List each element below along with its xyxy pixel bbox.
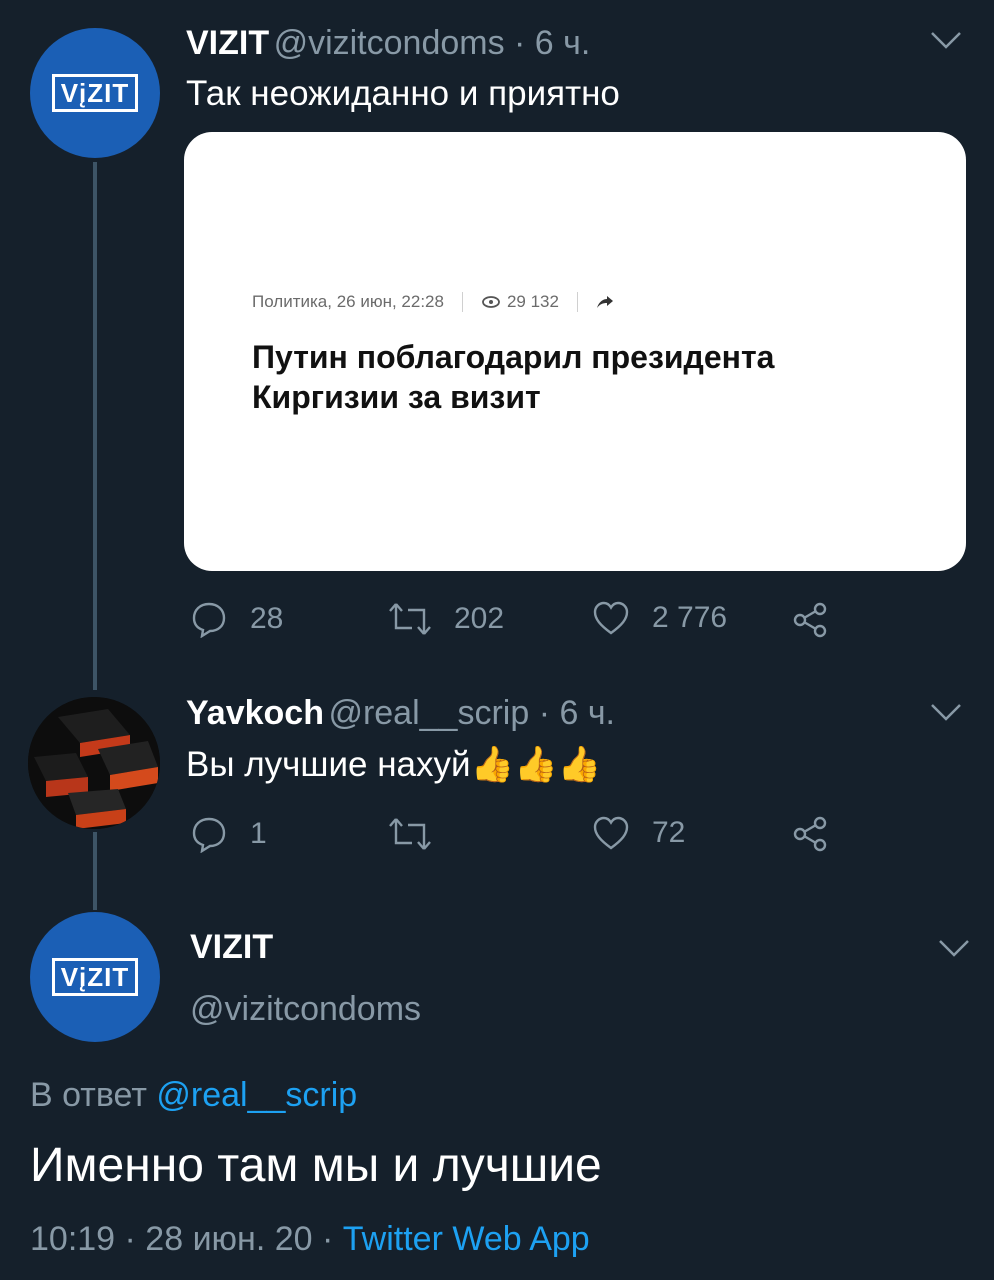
- display-name[interactable]: VIZIT: [190, 928, 273, 967]
- heart-icon: [593, 601, 629, 635]
- tweet-header: Yavkoch @real__scrip · 6 ч.: [186, 694, 615, 733]
- retweet-button[interactable]: [388, 815, 454, 853]
- avatar-image: [28, 697, 160, 829]
- headline-line: Киргизии за визит: [252, 379, 541, 415]
- share-button[interactable]: [792, 816, 852, 852]
- thread-line: [93, 832, 97, 910]
- tweet-text-body: Вы лучшие нахуй: [186, 745, 471, 784]
- vizit-logo: VįZIT: [51, 74, 139, 112]
- article-meta: Политика, 26 июн, 22:28 29 132: [252, 292, 614, 312]
- share-arrow-icon: [596, 295, 614, 309]
- avatar[interactable]: [28, 697, 160, 829]
- avatar[interactable]: VįZIT: [30, 28, 160, 158]
- like-button[interactable]: 2 776: [592, 600, 727, 636]
- headline-line: Путин поблагодарил президента: [252, 339, 775, 375]
- like-button[interactable]: 72: [592, 815, 685, 851]
- retweet-icon: [389, 818, 431, 850]
- tweet-text: Именно там мы и лучшие: [30, 1139, 602, 1192]
- thumbs-up-emoji: 👍👍👍: [470, 745, 602, 784]
- chevron-down-icon[interactable]: [930, 702, 962, 727]
- tweet-text: Вы лучшие нахуй👍👍👍: [186, 744, 601, 785]
- like-count: 72: [652, 816, 686, 849]
- chevron-down-icon[interactable]: [930, 30, 962, 55]
- handle[interactable]: @vizitcondoms: [190, 990, 421, 1029]
- heart-icon: [593, 816, 629, 850]
- tweet-timestamp: 10:19 · 28 июн. 20 · Twitter Web App: [30, 1220, 590, 1259]
- link-card[interactable]: Политика, 26 июн, 22:28 29 132 Путин поб…: [184, 132, 966, 571]
- handle-time[interactable]: @real__scrip · 6 ч.: [328, 694, 615, 732]
- reply-count: 28: [250, 602, 284, 635]
- reply-count: 1: [250, 817, 267, 850]
- retweet-count: 202: [454, 602, 505, 635]
- reply-button[interactable]: 1: [190, 815, 267, 853]
- share-icon: [793, 602, 827, 638]
- article-views: 29 132: [506, 292, 559, 311]
- reply-icon: [192, 602, 226, 638]
- share-icon: [793, 816, 827, 852]
- reply-context: В ответ @real__scrip: [30, 1076, 357, 1115]
- display-name[interactable]: VIZIT: [186, 24, 269, 62]
- article-headline: Путин поблагодарил президента Киргизии з…: [252, 337, 774, 417]
- display-name[interactable]: Yavkoch: [186, 694, 324, 732]
- reply-button[interactable]: 28: [190, 600, 283, 638]
- reply-icon: [192, 817, 226, 853]
- vizit-logo: VįZIT: [51, 958, 139, 996]
- thread-line: [93, 162, 97, 690]
- like-count: 2 776: [652, 601, 728, 634]
- retweet-button[interactable]: 202: [388, 600, 504, 638]
- reply-prefix: В ответ: [30, 1076, 147, 1114]
- handle-time[interactable]: @vizitcondoms · 6 ч.: [274, 24, 591, 62]
- avatar[interactable]: VįZIT: [30, 912, 160, 1042]
- timestamp[interactable]: 10:19 · 28 июн. 20 ·: [30, 1220, 343, 1258]
- reply-mention-link[interactable]: @real__scrip: [156, 1076, 357, 1114]
- eye-icon: [481, 295, 501, 309]
- chevron-down-icon[interactable]: [938, 938, 970, 963]
- share-button[interactable]: [792, 602, 852, 638]
- tweet-text: Так неожиданно и приятно: [186, 74, 620, 113]
- article-category-date: Политика, 26 июн, 22:28: [252, 292, 444, 311]
- retweet-icon: [389, 603, 431, 635]
- source-link[interactable]: Twitter Web App: [343, 1220, 590, 1258]
- tweet-header: VIZIT @vizitcondoms · 6 ч.: [186, 24, 590, 63]
